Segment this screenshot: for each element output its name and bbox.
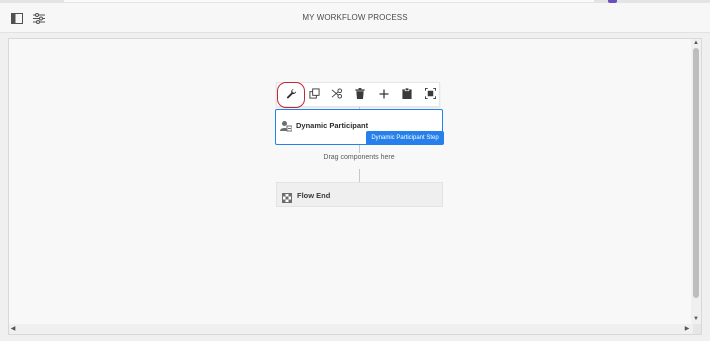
dynamic-participant-icon [280,119,293,132]
step-type-badge: Dynamic Participant Step [366,131,444,145]
scissors-icon [331,86,343,104]
scroll-up-icon[interactable]: ▲ [692,39,700,47]
scroll-right-icon[interactable]: ▶ [683,325,691,333]
vertical-scroll-thumb[interactable] [693,48,699,298]
select-parent-icon [424,86,436,104]
vertical-scrollbar[interactable]: ▲ ▼ [691,39,701,324]
flow-connector [359,169,360,182]
horizontal-scrollbar[interactable]: ◀ ▶ [9,324,693,334]
cut-button[interactable] [326,85,348,105]
step-label: Dynamic Participant [296,121,369,130]
copy-icon [308,86,320,104]
drop-zone-placeholder[interactable]: Drag components here [275,154,443,161]
configure-button[interactable] [277,82,305,108]
insert-button[interactable] [373,85,395,105]
flow-end-icon [282,190,292,203]
flow-end-label: Flow End [297,191,331,200]
select-parent-button[interactable] [419,85,441,105]
trash-icon [355,86,365,104]
flow-end-node[interactable]: Flow End [276,182,443,207]
plus-icon [379,86,389,104]
page-title: MY WORKFLOW PROCESS [302,13,408,22]
address-bar-edge [64,0,594,2]
scroll-left-icon[interactable]: ◀ [9,325,17,333]
editor-header: MY WORKFLOW PROCESS [0,3,710,33]
workflow-canvas-frame: Dynamic Participant Dynamic Participant … [8,38,702,335]
flow-connector [359,145,360,153]
paste-button[interactable] [396,85,418,105]
workflow-canvas[interactable]: Dynamic Participant Dynamic Participant … [9,39,693,324]
delete-button[interactable] [349,85,371,105]
wrench-icon [286,86,297,104]
component-toolbar [276,82,441,108]
copy-button[interactable] [303,85,325,105]
scroll-down-icon[interactable]: ▼ [692,315,700,323]
clipboard-icon [402,86,412,104]
